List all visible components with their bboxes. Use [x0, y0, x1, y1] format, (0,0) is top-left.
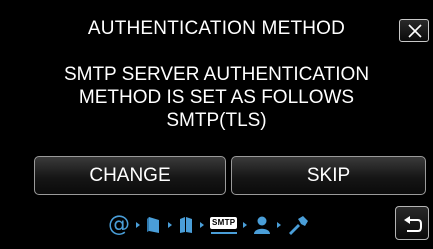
smtp-icon: SMTP	[210, 216, 238, 234]
step-arrow-icon	[168, 222, 172, 228]
step-arrow-icon	[200, 222, 204, 228]
settings-tool-icon	[287, 215, 309, 235]
active-step-indicator	[210, 231, 237, 234]
change-button[interactable]: CHANGE	[34, 156, 226, 195]
close-button[interactable]	[399, 19, 429, 42]
mail-server-icon	[146, 215, 162, 235]
authentication-method-screen: AUTHENTICATION METHOD SMTP SERVER AUTHEN…	[0, 0, 433, 249]
dialog-message: SMTP SERVER AUTHENTICATION METHOD IS SET…	[0, 63, 433, 132]
smtp-icon-label: SMTP	[210, 216, 238, 229]
setup-progress-steps: @ SMTP	[108, 213, 309, 237]
step-arrow-icon	[277, 222, 282, 228]
step-arrow-icon	[136, 222, 140, 228]
change-button-label: CHANGE	[89, 164, 171, 186]
return-arrow-icon	[404, 216, 422, 232]
message-line: SMTP SERVER AUTHENTICATION	[63, 64, 370, 85]
at-sign-icon: @	[108, 212, 130, 237]
user-icon	[253, 215, 271, 235]
message-line: SMTP(TLS)	[166, 110, 267, 131]
skip-button[interactable]: SKIP	[231, 156, 426, 195]
book-icon	[178, 215, 194, 235]
close-icon	[408, 24, 422, 38]
step-arrow-icon	[243, 222, 248, 228]
message-line: METHOD IS SET AS FOLLOWS	[78, 87, 355, 108]
skip-button-label: SKIP	[306, 164, 351, 186]
back-button[interactable]	[395, 206, 429, 240]
dialog-title: AUTHENTICATION METHOD	[87, 18, 346, 39]
